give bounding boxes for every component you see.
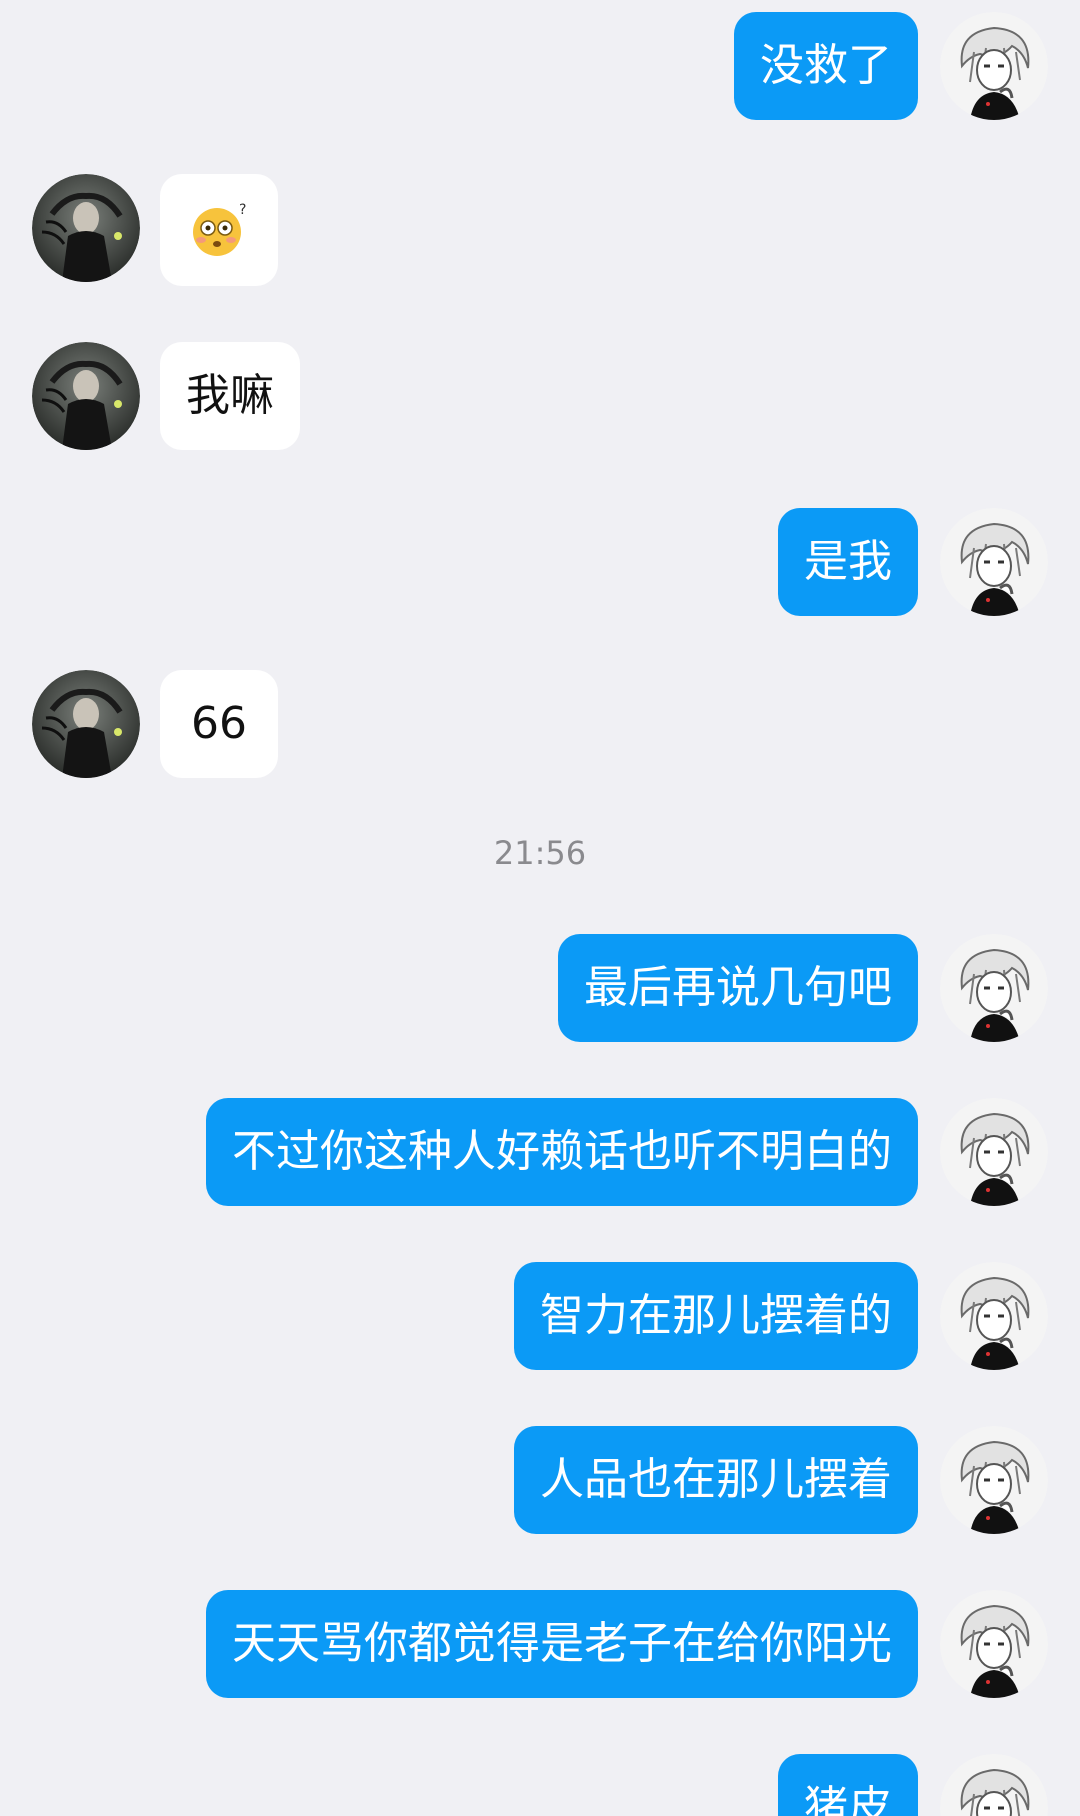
message-text: 是我 xyxy=(804,536,892,587)
message-row: 我嘛 xyxy=(0,342,1080,450)
message-bubble-incoming[interactable]: ? xyxy=(160,174,278,286)
message-bubble-outgoing[interactable]: 天天骂你都觉得是老子在给你阳光 xyxy=(206,1590,918,1698)
avatar-image xyxy=(940,508,1048,616)
avatar-image xyxy=(940,1426,1048,1534)
contact-avatar[interactable] xyxy=(32,174,140,282)
message-text: 没救了 xyxy=(760,40,892,91)
svg-text:?: ? xyxy=(239,202,246,218)
my-avatar[interactable] xyxy=(940,1426,1048,1534)
my-avatar[interactable] xyxy=(940,1098,1048,1206)
message-row: 不过你这种人好赖话也听不明白的 xyxy=(0,1098,1080,1206)
message-bubble-outgoing[interactable]: 没救了 xyxy=(734,12,918,120)
avatar-image xyxy=(940,1262,1048,1370)
message-bubble-incoming[interactable]: 66 xyxy=(160,670,278,778)
message-row: 智力在那儿摆着的 xyxy=(0,1262,1080,1370)
avatar-image xyxy=(940,12,1048,120)
message-bubble-outgoing[interactable]: 最后再说几句吧 xyxy=(558,934,918,1042)
message-bubble-outgoing[interactable]: 智力在那儿摆着的 xyxy=(514,1262,918,1370)
avatar-image xyxy=(940,1754,1048,1816)
message-row: 是我 xyxy=(0,508,1080,616)
message-text: 最后再说几句吧 xyxy=(584,962,892,1013)
contact-avatar[interactable] xyxy=(32,342,140,450)
message-text: 我嘛 xyxy=(186,370,274,421)
my-avatar[interactable] xyxy=(940,12,1048,120)
message-bubble-incoming[interactable]: 我嘛 xyxy=(160,342,300,450)
my-avatar[interactable] xyxy=(940,1590,1048,1698)
message-text: 智力在那儿摆着的 xyxy=(540,1290,892,1341)
message-row: 人品也在那儿摆着 xyxy=(0,1426,1080,1534)
avatar-image xyxy=(940,1098,1048,1206)
message-text: 猪皮 xyxy=(804,1782,892,1816)
my-avatar[interactable] xyxy=(940,1754,1048,1816)
message-row: 没救了 xyxy=(0,12,1080,120)
my-avatar[interactable] xyxy=(940,934,1048,1042)
contact-avatar[interactable] xyxy=(32,670,140,778)
message-bubble-outgoing[interactable]: 猪皮 xyxy=(778,1754,918,1816)
flushed-question-emoji-icon: ? xyxy=(189,200,249,260)
avatar-image xyxy=(32,174,140,282)
avatar-image xyxy=(32,342,140,450)
message-row: 66 xyxy=(0,670,1080,778)
avatar-image xyxy=(940,1590,1048,1698)
timestamp-divider: 21:56 xyxy=(493,834,587,872)
message-bubble-outgoing[interactable]: 不过你这种人好赖话也听不明白的 xyxy=(206,1098,918,1206)
message-row: 最后再说几句吧 xyxy=(0,934,1080,1042)
my-avatar[interactable] xyxy=(940,508,1048,616)
message-row: 猪皮 xyxy=(0,1754,1080,1816)
avatar-image xyxy=(940,934,1048,1042)
message-bubble-outgoing[interactable]: 是我 xyxy=(778,508,918,616)
my-avatar[interactable] xyxy=(940,1262,1048,1370)
message-text: 不过你这种人好赖话也听不明白的 xyxy=(232,1126,892,1177)
avatar-image xyxy=(32,670,140,778)
message-row: ? xyxy=(0,174,1080,286)
message-text: 天天骂你都觉得是老子在给你阳光 xyxy=(232,1618,892,1669)
message-bubble-outgoing[interactable]: 人品也在那儿摆着 xyxy=(514,1426,918,1534)
message-text: 66 xyxy=(191,698,247,749)
message-text: 人品也在那儿摆着 xyxy=(540,1454,892,1505)
message-row: 天天骂你都觉得是老子在给你阳光 xyxy=(0,1590,1080,1698)
